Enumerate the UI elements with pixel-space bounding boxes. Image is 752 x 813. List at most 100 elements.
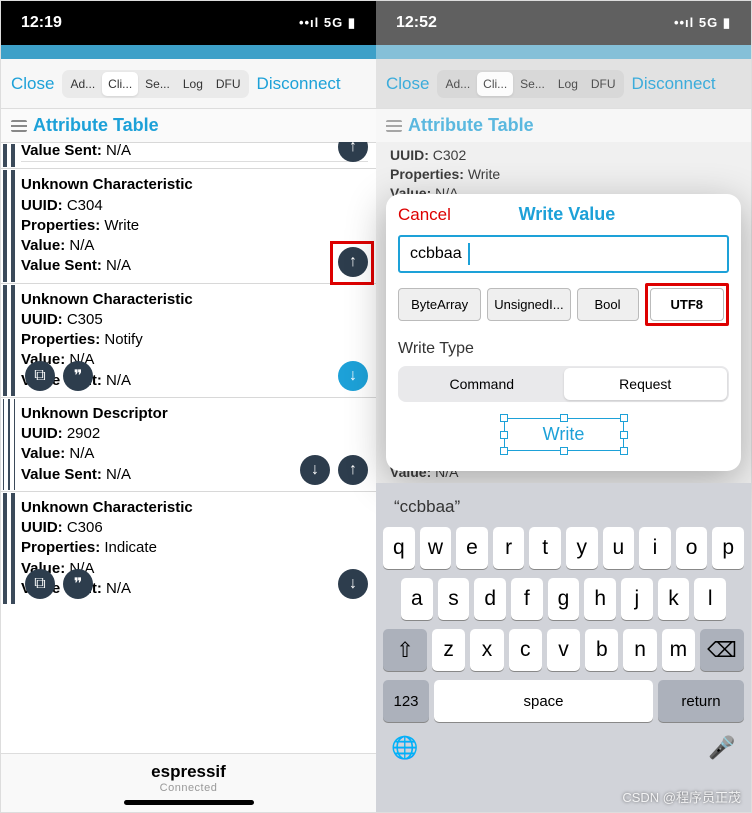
highlight-box: UTF8 (645, 283, 730, 326)
disconnect-button[interactable]: Disconnect (253, 70, 345, 98)
attribute-table-title: Attribute Table (408, 115, 534, 136)
home-indicator[interactable] (124, 800, 254, 805)
key-d[interactable]: d (474, 578, 506, 620)
key-x[interactable]: x (470, 629, 503, 671)
table-row[interactable]: Unknown Descriptor UUID: 2902 Value: N/A… (1, 397, 376, 491)
download-icon[interactable]: ↓ (338, 361, 368, 391)
value-input[interactable]: ccbbaa (398, 235, 729, 273)
key-a[interactable]: a (401, 578, 433, 620)
key-u[interactable]: u (603, 527, 635, 569)
key-g[interactable]: g (548, 578, 580, 620)
write-type-request[interactable]: Request (564, 368, 728, 400)
download-icon[interactable]: ↓ (338, 569, 368, 599)
keyboard-suggestion[interactable]: “ccbbaa” (380, 489, 747, 527)
upload-icon[interactable]: ↑ (338, 247, 368, 277)
key-w[interactable]: w (420, 527, 452, 569)
write-type-command[interactable]: Command (400, 368, 564, 400)
mic-key[interactable]: 🎤 (700, 727, 744, 769)
numeric-key[interactable]: 123 (383, 680, 429, 722)
status-time: 12:19 (21, 14, 299, 32)
return-key[interactable]: return (658, 680, 744, 722)
close-button[interactable]: Close (382, 70, 433, 98)
nav-header: Close Ad... Cli... Se... Log DFU Disconn… (1, 59, 376, 109)
quote-icon[interactable]: ❞ (63, 569, 93, 599)
key-row-2: a s d f g h j k l (383, 578, 744, 620)
key-p[interactable]: p (712, 527, 744, 569)
tab-dfu[interactable]: DFU (585, 72, 622, 96)
copy-icon[interactable]: ⧉ (25, 569, 55, 599)
status-signal: ••ıl 5G ▮ (674, 15, 731, 31)
key-j[interactable]: j (621, 578, 653, 620)
menu-icon (386, 120, 402, 132)
shift-key[interactable]: ⇧ (383, 629, 427, 671)
tab-client[interactable]: Cli... (102, 72, 138, 96)
key-q[interactable]: q (383, 527, 415, 569)
key-f[interactable]: f (511, 578, 543, 620)
key-s[interactable]: s (438, 578, 470, 620)
format-selector: ByteArray UnsignedI... Bool UTF8 (398, 283, 729, 326)
key-r[interactable]: r (493, 527, 525, 569)
backspace-key[interactable]: ⌫ (700, 629, 744, 671)
key-row-4: 123 space return (383, 680, 744, 722)
key-o[interactable]: o (676, 527, 708, 569)
key-k[interactable]: k (658, 578, 690, 620)
key-row-bottom: 🌐 🎤 (383, 727, 744, 769)
key-l[interactable]: l (694, 578, 726, 620)
close-button[interactable]: Close (7, 70, 58, 98)
globe-key[interactable]: 🌐 (383, 727, 427, 769)
status-bar: 12:52 ••ıl 5G ▮ (376, 1, 751, 45)
key-y[interactable]: y (566, 527, 598, 569)
table-row[interactable]: Unknown Characteristic UUID: C306 Proper… (1, 491, 376, 605)
tab-segment[interactable]: Ad... Cli... Se... Log DFU (437, 70, 623, 98)
status-bar: 12:19 ••ıl 5G ▮ (1, 1, 376, 45)
key-e[interactable]: e (456, 527, 488, 569)
tab-advertise[interactable]: Ad... (64, 72, 101, 96)
key-row-1: q w e r t y u i o p (383, 527, 744, 569)
tab-dfu[interactable]: DFU (210, 72, 247, 96)
key-m[interactable]: m (662, 629, 695, 671)
table-row[interactable]: Value Sent: N/A ↑ (1, 142, 376, 168)
attribute-table-header[interactable]: Attribute Table (376, 109, 751, 142)
upload-icon[interactable]: ↑ (338, 455, 368, 485)
copy-icon[interactable]: ⧉ (25, 361, 55, 391)
keyboard: “ccbbaa” q w e r t y u i o p a s d f g h… (376, 483, 751, 812)
key-t[interactable]: t (529, 527, 561, 569)
key-z[interactable]: z (432, 629, 465, 671)
key-h[interactable]: h (584, 578, 616, 620)
key-i[interactable]: i (639, 527, 671, 569)
quote-icon[interactable]: ❞ (63, 361, 93, 391)
tab-log[interactable]: Log (552, 72, 584, 96)
nav-header: Close Ad... Cli... Se... Log DFU Disconn… (376, 59, 751, 109)
top-band (1, 45, 376, 59)
connection-status: Connected (1, 782, 376, 794)
table-row[interactable]: Unknown Characteristic UUID: C304 Proper… (1, 168, 376, 282)
tab-server[interactable]: Se... (514, 72, 551, 96)
tab-segment[interactable]: Ad... Cli... Se... Log DFU (62, 70, 248, 98)
space-key[interactable]: space (434, 680, 653, 722)
tab-client[interactable]: Cli... (477, 72, 513, 96)
write-value-modal: Cancel Write Value ccbbaa ByteArray Unsi… (386, 194, 741, 471)
format-utf8[interactable]: UTF8 (650, 288, 725, 321)
tab-server[interactable]: Se... (139, 72, 176, 96)
tab-advertise[interactable]: Ad... (439, 72, 476, 96)
phone-right: 12:52 ••ıl 5G ▮ Close Ad... Cli... Se...… (376, 1, 751, 812)
upload-icon[interactable]: ↑ (338, 142, 368, 162)
table-row[interactable]: Unknown Characteristic UUID: C305 Proper… (1, 283, 376, 397)
format-unsigned[interactable]: UnsignedI... (487, 288, 570, 321)
status-signal: ••ıl 5G ▮ (299, 15, 356, 31)
tab-log[interactable]: Log (177, 72, 209, 96)
menu-icon (11, 120, 27, 132)
format-bytearray[interactable]: ByteArray (398, 288, 481, 321)
disconnect-button[interactable]: Disconnect (628, 70, 720, 98)
key-b[interactable]: b (585, 629, 618, 671)
write-type-segment[interactable]: Command Request (398, 366, 729, 402)
download-icon[interactable]: ↓ (300, 455, 330, 485)
key-v[interactable]: v (547, 629, 580, 671)
key-c[interactable]: c (509, 629, 542, 671)
format-bool[interactable]: Bool (577, 288, 639, 321)
attribute-table-header[interactable]: Attribute Table (1, 109, 376, 142)
attribute-table-title: Attribute Table (33, 115, 159, 136)
phone-left: 12:19 ••ıl 5G ▮ Close Ad... Cli... Se...… (1, 1, 376, 812)
device-name: espressif (1, 762, 376, 782)
key-n[interactable]: n (623, 629, 656, 671)
